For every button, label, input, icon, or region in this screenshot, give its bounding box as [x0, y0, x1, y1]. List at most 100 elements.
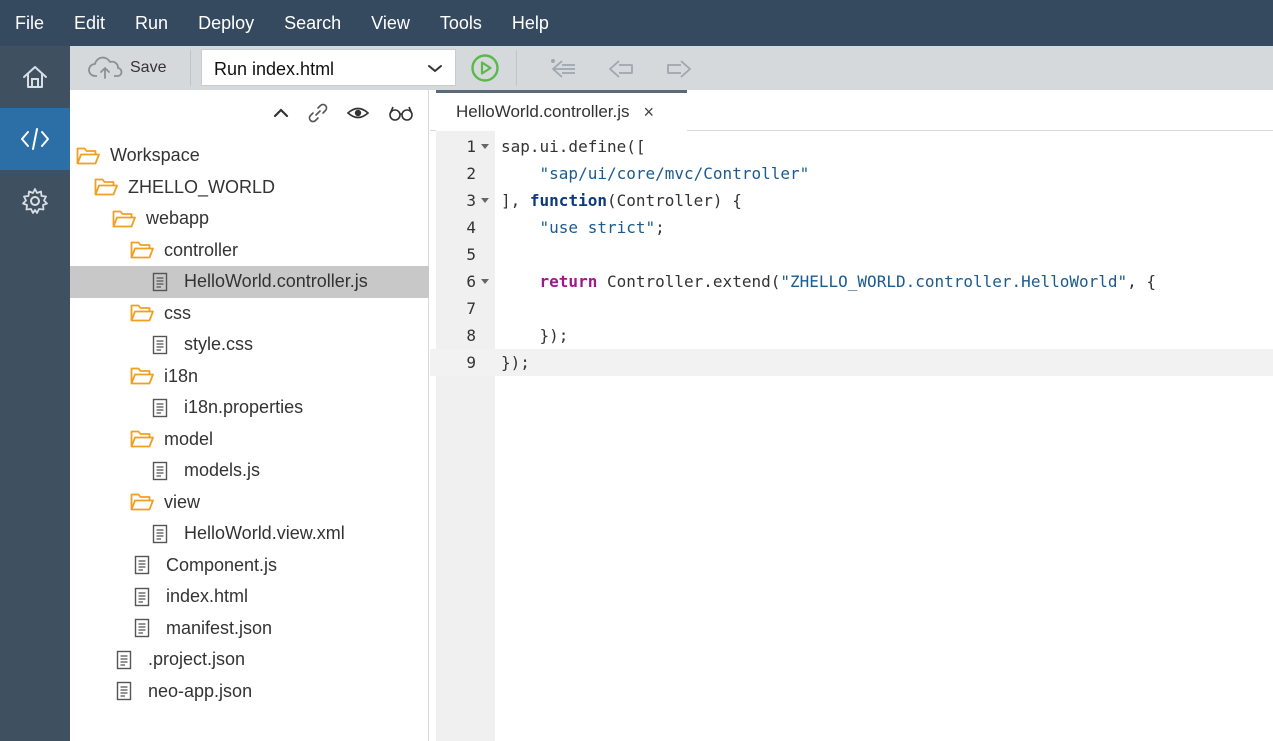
line-number: 3: [466, 191, 476, 210]
tree-item-label: .project.json: [148, 649, 246, 670]
back-button[interactable]: [607, 58, 635, 85]
fold-toggle-icon[interactable]: [481, 144, 489, 149]
tree-item-label: index.html: [166, 586, 249, 607]
left-rail: [0, 46, 70, 741]
run-button[interactable]: [470, 53, 500, 83]
tree-folder[interactable]: view: [70, 487, 429, 519]
tab-helloworld-controller[interactable]: HelloWorld.controller.js ×: [436, 90, 687, 131]
toolbar: Save Run index.html: [70, 46, 1273, 90]
folder-icon: [130, 240, 154, 260]
line-number: 1: [466, 137, 476, 156]
line-number: 7: [466, 299, 476, 318]
menu-tools[interactable]: Tools: [425, 0, 497, 46]
tree-file[interactable]: models.js: [70, 455, 429, 487]
menu-run[interactable]: Run: [120, 0, 183, 46]
code-line[interactable]: 7: [430, 295, 1273, 322]
code-text: "use strict";: [539, 218, 665, 237]
menu-search[interactable]: Search: [269, 0, 356, 46]
menu-view[interactable]: View: [356, 0, 425, 46]
forward-button[interactable]: [665, 58, 693, 85]
save-button[interactable]: Save: [88, 54, 166, 82]
tree-item-label: Workspace: [110, 145, 200, 166]
tree-folder[interactable]: ZHELLO_WORLD: [70, 172, 429, 204]
tree-file[interactable]: i18n.properties: [70, 392, 429, 424]
folder-icon: [112, 209, 136, 229]
run-icon: [471, 54, 499, 82]
show-hidden-icon[interactable]: [346, 104, 370, 122]
tab-label: HelloWorld.controller.js: [456, 102, 630, 121]
menu-file[interactable]: File: [0, 0, 59, 46]
save-label: Save: [130, 59, 167, 76]
code-text: "sap/ui/core/mvc/Controller": [539, 164, 810, 183]
development-button[interactable]: [0, 108, 70, 170]
toolbar-divider: [190, 50, 191, 86]
code-text: sap.ui.define([: [501, 137, 646, 156]
tree-file[interactable]: HelloWorld.controller.js: [70, 266, 429, 298]
fold-toggle-icon[interactable]: [481, 198, 489, 203]
tree-file[interactable]: manifest.json: [70, 613, 429, 645]
glasses-icon[interactable]: [388, 104, 414, 122]
tree-file[interactable]: style.css: [70, 329, 429, 361]
collapse-icon[interactable]: [272, 104, 290, 122]
file-icon: [152, 524, 168, 544]
tree-folder[interactable]: css: [70, 298, 429, 330]
code-editor[interactable]: 1 sap.ui.define([ 2 "sap/ui/core/mvc/Contr…: [430, 131, 1273, 741]
menu-deploy[interactable]: Deploy: [183, 0, 269, 46]
line-number: 5: [466, 245, 476, 264]
tree-item-label: HelloWorld.controller.js: [184, 271, 368, 292]
home-button[interactable]: [0, 46, 70, 108]
workspace-tree: Workspace ZHELLO_WORLDwebapp controller Hel…: [70, 140, 429, 707]
tree-item-label: view: [164, 491, 201, 512]
previous-error-button[interactable]: [548, 58, 578, 85]
code-line[interactable]: 9});: [430, 349, 1273, 376]
workspace-toolbar: [272, 100, 414, 126]
run-configuration-select[interactable]: Run index.html: [201, 49, 456, 86]
code-line[interactable]: 4 "use strict";: [430, 214, 1273, 241]
tree-folder[interactable]: i18n: [70, 361, 429, 393]
tree-folder[interactable]: Workspace: [70, 140, 429, 172]
file-icon: [134, 618, 150, 638]
tree-item-label: i18n.properties: [184, 397, 304, 418]
line-number: 2: [466, 164, 476, 183]
tree-folder[interactable]: model: [70, 424, 429, 456]
tree-file[interactable]: Component.js: [70, 550, 429, 582]
tree-item-label: ZHELLO_WORLD: [128, 176, 276, 197]
code-line[interactable]: 5: [430, 241, 1273, 268]
line-number: 8: [466, 326, 476, 345]
tree-file[interactable]: .project.json: [70, 644, 429, 676]
file-icon: [152, 461, 168, 481]
file-icon: [116, 650, 132, 670]
tree-item-label: HelloWorld.view.xml: [184, 523, 345, 544]
code-line[interactable]: 6 return Controller.extend("ZHELLO_WORLD…: [430, 268, 1273, 295]
menu-help[interactable]: Help: [497, 0, 564, 46]
tree-file[interactable]: index.html: [70, 581, 429, 613]
editor-tab-bar: HelloWorld.controller.js ×: [430, 90, 1273, 131]
menu-edit[interactable]: Edit: [59, 0, 120, 46]
file-icon: [134, 587, 150, 607]
code-line[interactable]: 3], function(Controller) {: [430, 187, 1273, 214]
code-line[interactable]: 2 "sap/ui/core/mvc/Controller": [430, 160, 1273, 187]
tree-item-label: style.css: [184, 334, 254, 355]
tree-item-label: manifest.json: [166, 617, 273, 638]
folder-icon: [76, 146, 100, 166]
settings-button[interactable]: [0, 170, 70, 232]
folder-icon: [130, 492, 154, 512]
tree-file[interactable]: HelloWorld.view.xml: [70, 518, 429, 550]
link-icon[interactable]: [308, 103, 328, 123]
tree-file[interactable]: neo-app.json: [70, 676, 429, 708]
fold-toggle-icon[interactable]: [481, 279, 489, 284]
tree-folder[interactable]: controller: [70, 235, 429, 267]
tree-item-label: webapp: [146, 208, 210, 229]
tree-item-label: neo-app.json: [148, 680, 253, 701]
close-icon[interactable]: ×: [644, 102, 655, 123]
tree-item-label: controller: [164, 239, 239, 260]
tree-folder[interactable]: webapp: [70, 203, 429, 235]
code-line[interactable]: 8 });: [430, 322, 1273, 349]
line-number: 9: [466, 353, 476, 372]
code-line[interactable]: 1 sap.ui.define([: [430, 133, 1273, 160]
tree-item-label: models.js: [184, 460, 261, 481]
home-icon: [23, 66, 47, 88]
workspace-panel: Workspace ZHELLO_WORLDwebapp controller Hel…: [70, 90, 429, 741]
chevron-down-icon: [425, 58, 445, 83]
file-icon: [116, 681, 132, 701]
